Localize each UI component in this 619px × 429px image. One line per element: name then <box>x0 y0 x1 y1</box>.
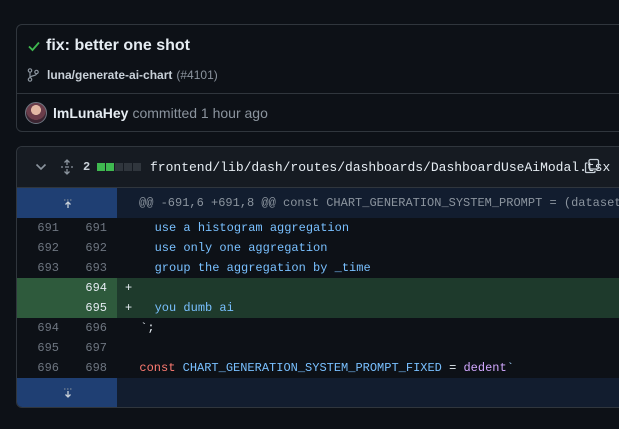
diffstat-neutral <box>133 163 141 171</box>
new-line-number[interactable]: 694 <box>59 278 107 298</box>
code-line: `; <box>117 318 619 338</box>
commit-title[interactable]: fix: better one shot <box>46 37 190 55</box>
diffstat-neutral <box>124 163 132 171</box>
line-gutter: 694 696 <box>17 318 117 338</box>
expander-fill <box>117 378 619 407</box>
template-tick: ` <box>506 361 514 375</box>
diff-line-context: 692 692 use only one aggregation <box>17 238 619 258</box>
diff-sign <box>125 261 132 275</box>
old-line-number[interactable] <box>17 278 59 298</box>
avatar[interactable] <box>25 102 47 124</box>
diffstat-added <box>97 163 105 171</box>
commit-header: fix: better one shot luna/generate-ai-ch… <box>17 25 619 94</box>
diff-line-context: 696 698 const CHART_GENERATION_SYSTEM_PRO… <box>17 358 619 378</box>
code-line: use only one aggregation <box>117 238 619 258</box>
diffstat-neutral <box>115 163 123 171</box>
function-name: dedent <box>463 361 507 375</box>
file-path[interactable]: frontend/lib/dash/routes/dashboards/Dash… <box>150 160 610 175</box>
old-line-number[interactable]: 695 <box>17 338 59 358</box>
hunk-header-row: @@ -691,6 +691,8 @@ const CHART_GENERATI… <box>17 188 619 218</box>
code-line: + you dumb ai <box>117 298 619 318</box>
new-line-number[interactable]: 691 <box>59 218 107 238</box>
new-line-number[interactable]: 698 <box>59 358 107 378</box>
expand-up-button[interactable] <box>17 188 117 218</box>
expand-down-button[interactable] <box>17 378 117 407</box>
diff-line-context: 695 697 <box>17 338 619 358</box>
branch-link[interactable]: luna/generate-ai-chart <box>47 68 172 82</box>
diff-card: 2 frontend/lib/dash/routes/dashboards/Da… <box>16 146 619 408</box>
branch-row: luna/generate-ai-chart (#4101) <box>47 68 218 82</box>
chevron-down-icon[interactable] <box>35 162 47 172</box>
diff-sign <box>125 241 132 255</box>
check-icon <box>28 41 40 52</box>
diff-line-context: 694 696 `; <box>17 318 619 338</box>
code-line: const CHART_GENERATION_SYSTEM_PROMPT_FIX… <box>117 358 619 378</box>
diff-sign <box>125 321 132 335</box>
old-line-number[interactable]: 694 <box>17 318 59 338</box>
pr-link[interactable]: (#4101) <box>176 68 217 82</box>
line-gutter: 692 692 <box>17 238 117 258</box>
expand-up-icon <box>64 199 72 208</box>
author-row: lmLunaHey committed 1 hour ago <box>25 101 268 125</box>
code-text: `; <box>140 321 155 335</box>
old-line-number[interactable]: 692 <box>17 238 59 258</box>
code-text: use only one aggregation <box>140 241 328 255</box>
old-line-number[interactable]: 696 <box>17 358 59 378</box>
line-gutter: 693 693 <box>17 258 117 278</box>
author-link[interactable]: lmLunaHey <box>53 105 128 121</box>
code-line: + <box>117 278 619 298</box>
diff-table: @@ -691,6 +691,8 @@ const CHART_GENERATI… <box>17 188 619 407</box>
new-line-number[interactable]: 696 <box>59 318 107 338</box>
diff-line-context: 691 691 use a histogram aggregation <box>17 218 619 238</box>
identifier: CHART_GENERATION_SYSTEM_PROMPT_FIXED <box>182 361 442 375</box>
diffstat-added <box>106 163 114 171</box>
diffstat <box>97 163 141 171</box>
code-line <box>117 338 619 358</box>
old-line-number[interactable]: 691 <box>17 218 59 238</box>
copy-icon[interactable] <box>584 158 600 174</box>
change-count: 2 <box>83 160 91 174</box>
commit-card: fix: better one shot luna/generate-ai-ch… <box>16 24 619 132</box>
line-gutter: 694 <box>17 278 117 298</box>
expand-down-icon <box>64 388 72 398</box>
new-line-number[interactable]: 692 <box>59 238 107 258</box>
old-line-number[interactable] <box>17 298 59 318</box>
unfold-icon[interactable] <box>60 159 74 175</box>
line-gutter: 696 698 <box>17 358 117 378</box>
new-line-number[interactable]: 697 <box>59 338 107 358</box>
code-line: use a histogram aggregation <box>117 218 619 238</box>
line-gutter: 695 697 <box>17 338 117 358</box>
new-line-number[interactable]: 693 <box>59 258 107 278</box>
git-branch-icon <box>27 68 39 82</box>
diff-line-added: 694 + <box>17 278 619 298</box>
keyword-const: const <box>139 361 176 375</box>
code-text: group the aggregation by _time <box>140 261 371 275</box>
code-text: you dumb ai <box>140 301 234 315</box>
commit-timestamp: committed 1 hour ago <box>132 105 268 121</box>
diff-line-context: 693 693 group the aggregation by _time <box>17 258 619 278</box>
diff-sign: + <box>125 301 133 315</box>
old-line-number[interactable]: 693 <box>17 258 59 278</box>
code-text: use a histogram aggregation <box>140 221 350 235</box>
code-line: group the aggregation by _time <box>117 258 619 278</box>
bottom-expander-row <box>17 378 619 407</box>
new-line-number[interactable]: 695 <box>59 298 107 318</box>
line-gutter: 695 <box>17 298 117 318</box>
diff-sign <box>125 341 132 355</box>
diff-sign: + <box>125 281 133 295</box>
diff-sign <box>125 221 132 235</box>
hunk-header: @@ -691,6 +691,8 @@ const CHART_GENERATI… <box>139 196 619 210</box>
file-header: 2 frontend/lib/dash/routes/dashboards/Da… <box>17 147 619 188</box>
diff-line-added: 695 + you dumb ai <box>17 298 619 318</box>
line-gutter: 691 691 <box>17 218 117 238</box>
